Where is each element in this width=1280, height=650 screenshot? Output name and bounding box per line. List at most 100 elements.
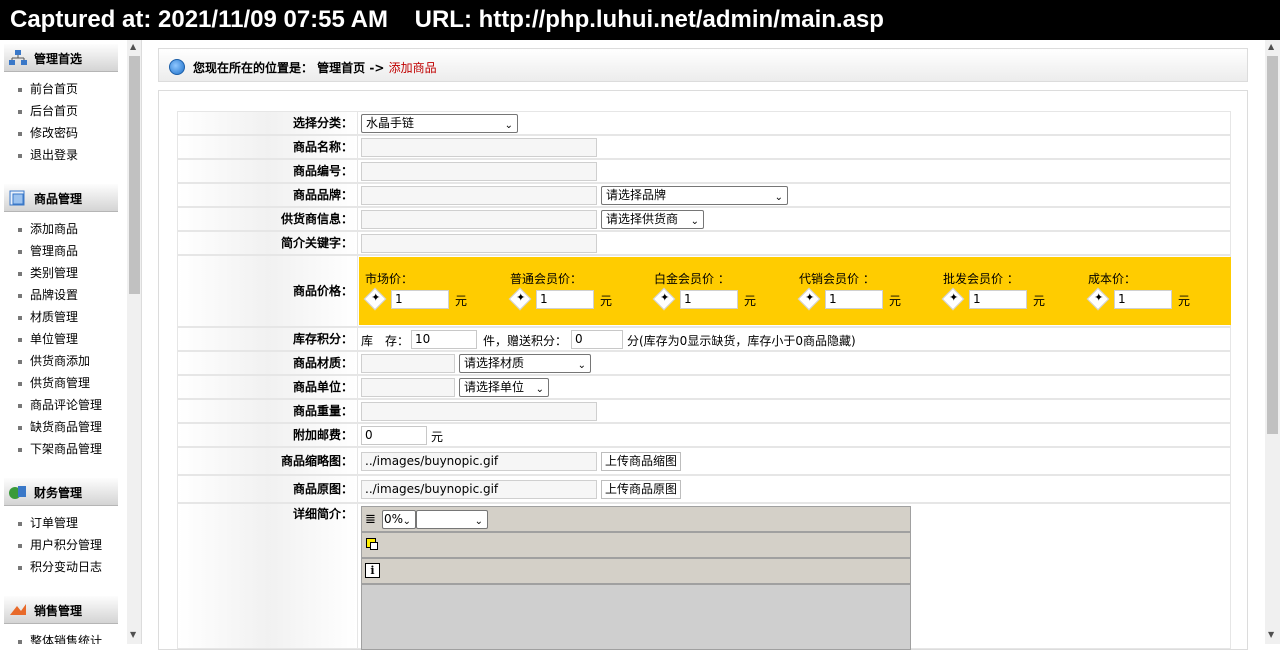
- scroll-up-icon[interactable]: ▲: [1268, 42, 1274, 51]
- category-select[interactable]: 水晶手链 ⌄: [361, 114, 518, 133]
- sidebar-item[interactable]: 后台首页: [18, 102, 78, 119]
- price-group-member: 普通会员价： ✦ 1 元: [504, 257, 649, 325]
- sidebar-section-products[interactable]: 商品管理: [4, 184, 118, 212]
- sidebar-item[interactable]: 品牌设置: [18, 286, 78, 303]
- stock-note: 分(库存为0显示缺货，库存小于0商品隐藏): [627, 334, 856, 348]
- category-label: 选择分类：: [178, 112, 358, 134]
- price-unit: 元: [1033, 294, 1046, 308]
- sidebar-section-finance[interactable]: 财务管理: [4, 478, 118, 506]
- sidebar-item[interactable]: 材质管理: [18, 308, 78, 325]
- points-input[interactable]: 0: [571, 330, 623, 349]
- sidebar-item[interactable]: 前台首页: [18, 80, 78, 97]
- scroll-thumb[interactable]: [129, 56, 140, 294]
- sidebar-item[interactable]: 单位管理: [18, 330, 78, 347]
- original-path-input[interactable]: ../images/buynopic.gif: [361, 480, 597, 499]
- sidebar-item[interactable]: 修改密码: [18, 124, 78, 141]
- original-label: 商品原图：: [178, 476, 358, 502]
- upload-original-button[interactable]: 上传商品原图: [601, 480, 682, 499]
- zoom-select[interactable]: 0% ⌄: [382, 510, 416, 529]
- price-tag-icon: ✦: [652, 287, 676, 311]
- sidebar-section-sales[interactable]: 销售管理: [4, 596, 118, 624]
- editor-toolbar-2: [361, 532, 911, 558]
- chevron-down-icon: ⌄: [504, 120, 513, 131]
- sidebar-item[interactable]: 供货商管理: [18, 374, 90, 391]
- sidebar-item[interactable]: 商品评论管理: [18, 396, 102, 413]
- unit-select[interactable]: 请选择单位 ⌄: [459, 378, 549, 397]
- sidebar-item[interactable]: 供货商添加: [18, 352, 90, 369]
- sidebar-scrollbar[interactable]: ▲ ▼: [127, 40, 141, 644]
- form-row-detail: 详细简介： ≣ 0% ⌄ ⌄ i: [177, 503, 1231, 650]
- postage-label: 附加邮费：: [178, 424, 358, 446]
- price-input-member[interactable]: 1: [536, 290, 594, 309]
- code-input[interactable]: [361, 162, 597, 181]
- keywords-input[interactable]: [361, 234, 597, 253]
- sidebar-item[interactable]: 缺货商品管理: [18, 418, 102, 435]
- sidebar-item[interactable]: 添加商品: [18, 220, 78, 237]
- price-input-wholesale[interactable]: 1: [969, 290, 1027, 309]
- price-label-agent: 代销会员价 ：: [799, 272, 875, 286]
- sitemap-icon: [9, 50, 27, 65]
- finance-icon: [9, 486, 26, 499]
- form-row-code: 商品编号：: [177, 159, 1231, 183]
- scroll-down-icon[interactable]: ▼: [1268, 630, 1274, 639]
- sidebar-item[interactable]: 积分变动日志: [18, 558, 102, 575]
- price-group-agent: 代销会员价 ： ✦ 1 元: [793, 257, 938, 325]
- brand-input[interactable]: [361, 186, 597, 205]
- form-row-stock: 库存积分： 库 存： 10 件，赠送积分： 0 分(库存为0显示缺货，库存小于0…: [177, 327, 1231, 351]
- price-input-platinum[interactable]: 1: [680, 290, 738, 309]
- price-unit: 元: [600, 294, 613, 308]
- price-group-platinum: 白金会员价 ： ✦ 1 元: [648, 257, 793, 325]
- scroll-up-icon[interactable]: ▲: [130, 42, 136, 51]
- price-input-agent[interactable]: 1: [825, 290, 883, 309]
- price-unit: 元: [1178, 294, 1191, 308]
- price-label-cost: 成本价：: [1088, 272, 1137, 286]
- price-tag-icon: ✦: [941, 287, 965, 311]
- code-label: 商品编号：: [178, 160, 358, 182]
- sidebar-item[interactable]: 整体销售统计: [18, 632, 102, 644]
- upload-thumb-button[interactable]: 上传商品缩图: [601, 452, 682, 471]
- material-label: 商品材质：: [178, 352, 358, 374]
- price-tag-icon: ✦: [1086, 287, 1110, 311]
- price-unit: 元: [744, 294, 757, 308]
- price-tag-icon: ✦: [508, 287, 532, 311]
- scroll-down-icon[interactable]: ▼: [130, 630, 136, 639]
- price-input-cost[interactable]: 1: [1114, 290, 1172, 309]
- price-unit: 元: [889, 294, 902, 308]
- supplier-input[interactable]: [361, 210, 597, 229]
- sidebar-item[interactable]: 订单管理: [18, 514, 78, 531]
- price-label-member: 普通会员价：: [510, 272, 583, 286]
- thumb-path-input[interactable]: ../images/buynopic.gif: [361, 452, 597, 471]
- sidebar-item[interactable]: 管理商品: [18, 242, 78, 259]
- price-tag-icon: ✦: [797, 287, 821, 311]
- sidebar-item[interactable]: 下架商品管理: [18, 440, 102, 457]
- brand-select[interactable]: 请选择品牌 ⌄: [601, 186, 788, 205]
- chevron-down-icon: ⌄: [474, 516, 483, 527]
- unit-label: 商品单位：: [178, 376, 358, 398]
- sidebar-section-home[interactable]: 管理首选: [4, 44, 118, 72]
- material-input[interactable]: [361, 354, 455, 373]
- detail-label: 详细简介：: [178, 504, 358, 648]
- weight-input[interactable]: [361, 402, 597, 421]
- price-input-market[interactable]: 1: [391, 290, 449, 309]
- sidebar-item[interactable]: 用户积分管理: [18, 536, 102, 553]
- form-row-brand: 商品品牌： 请选择品牌 ⌄: [177, 183, 1231, 207]
- form-row-supplier: 供货商信息： 请选择供货商 ⌄: [177, 207, 1231, 231]
- stock-input[interactable]: 10: [411, 330, 477, 349]
- info-icon[interactable]: i: [365, 563, 380, 578]
- material-select[interactable]: 请选择材质 ⌄: [459, 354, 591, 373]
- sidebar-item[interactable]: 退出登录: [18, 146, 78, 163]
- unit-input[interactable]: [361, 378, 455, 397]
- scroll-thumb[interactable]: [1267, 56, 1278, 434]
- main-scrollbar[interactable]: ▲ ▼: [1265, 40, 1280, 644]
- points-label: 件，赠送积分：: [483, 334, 568, 348]
- stock-qty-label: 库 存：: [361, 334, 410, 348]
- postage-input[interactable]: 0: [361, 426, 427, 445]
- editor-toolbar-3: i: [361, 558, 911, 584]
- editor-area[interactable]: [361, 584, 911, 650]
- align-icon[interactable]: ≣: [365, 512, 376, 527]
- form-row-material: 商品材质： 请选择材质 ⌄: [177, 351, 1231, 375]
- sidebar-item[interactable]: 类别管理: [18, 264, 78, 281]
- name-input[interactable]: [361, 138, 597, 157]
- font-select[interactable]: ⌄: [416, 510, 488, 529]
- supplier-select[interactable]: 请选择供货商 ⌄: [601, 210, 704, 229]
